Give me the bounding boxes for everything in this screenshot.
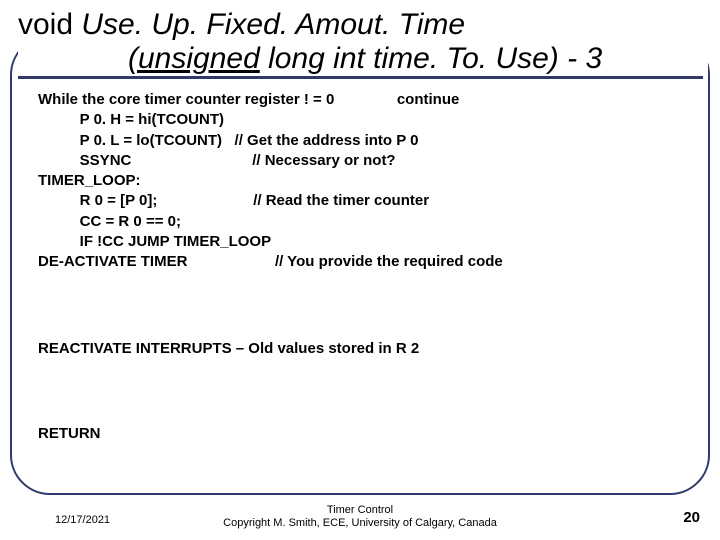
slide: void Use. Up. Fixed. Amout. Time (unsign…: [0, 0, 720, 540]
title-function-name: Use. Up. Fixed. Amout. Time: [81, 8, 465, 41]
footer-title: Timer Control: [327, 504, 393, 516]
reactivate-note: REACTIVATE INTERRUPTS – Old values store…: [38, 340, 419, 357]
slide-title: void Use. Up. Fixed. Amout. Time (unsign…: [18, 8, 708, 79]
footer-attribution: Timer Control Copyright M. Smith, ECE, U…: [0, 504, 720, 530]
code-listing: While the core timer counter register ! …: [38, 90, 690, 272]
title-void-keyword: void: [18, 8, 81, 41]
title-line-2: (unsigned long int time. To. Use) - 3: [18, 42, 703, 79]
title-line-1: void Use. Up. Fixed. Amout. Time: [18, 8, 708, 42]
title-signature-underlined: (unsigned: [128, 42, 260, 75]
return-keyword: RETURN: [38, 425, 101, 442]
footer-copyright: Copyright M. Smith, ECE, University of C…: [223, 517, 497, 529]
page-number: 20: [683, 509, 700, 526]
title-signature-rest: long int time. To. Use) - 3: [260, 42, 602, 75]
